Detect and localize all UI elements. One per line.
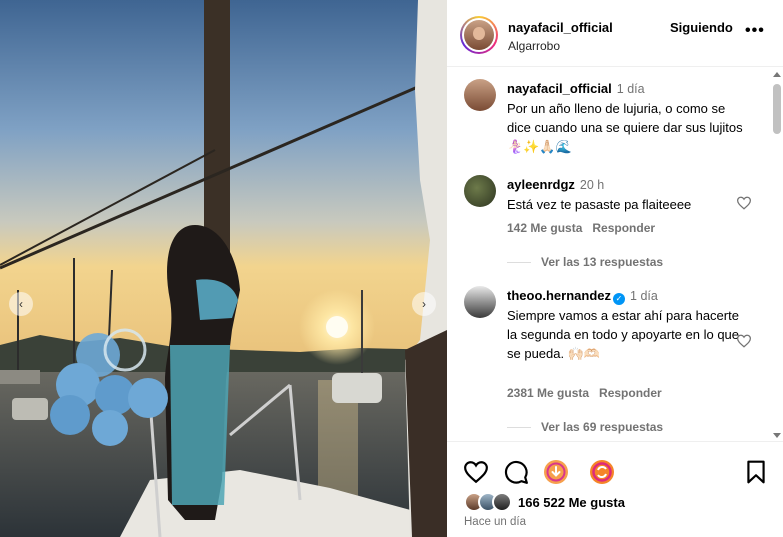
view-replies-button[interactable]: Ver las 13 respuestas	[507, 255, 663, 269]
post-media[interactable]: ‹ ›	[0, 0, 447, 537]
more-options-icon[interactable]: •••	[745, 22, 765, 40]
previous-image-button[interactable]: ‹	[9, 292, 33, 316]
comment-icon[interactable]	[503, 459, 529, 485]
comment-time: 20 h	[579, 178, 605, 192]
post-actions: 166 522 Me gusta Hace un día	[447, 441, 783, 537]
comment-time: 1 día	[630, 289, 658, 303]
sunset-boat-photo	[0, 0, 447, 537]
share-icon[interactable]	[543, 459, 569, 485]
comment-likes[interactable]: 142 Me gusta	[507, 221, 582, 235]
following-button[interactable]: Siguiendo	[670, 20, 733, 35]
verified-badge-icon: ✓	[613, 293, 626, 305]
post-sidebar: nayafacil_official Algarrobo Siguiendo •…	[447, 0, 783, 537]
like-comment-heart-icon[interactable]	[736, 196, 752, 210]
scroll-up-arrow-icon[interactable]	[773, 72, 781, 77]
reply-button[interactable]: Responder	[599, 386, 662, 400]
caption-avatar[interactable]	[464, 79, 496, 111]
post-time: Hace un día	[464, 516, 527, 528]
chevron-left-icon: ‹	[19, 297, 23, 311]
scrollbar-thumb[interactable]	[773, 84, 781, 134]
caption-username[interactable]: nayafacil_official	[507, 81, 612, 96]
author-avatar[interactable]	[460, 16, 498, 54]
author-photo	[464, 20, 494, 50]
liker-avatar	[492, 492, 512, 512]
comment-username[interactable]: ayleenrdgz	[507, 177, 575, 192]
comment-likes[interactable]: 2381 Me gusta	[507, 386, 589, 400]
likes-count[interactable]: 166 522 Me gusta	[518, 495, 625, 510]
comment-body: theoo.hernandez ✓ 1 día Siempre vamos a es…	[507, 286, 752, 363]
comment-body: ayleenrdgz 20 h Está vez te pasaste pa fl…	[507, 175, 752, 214]
save-icon[interactable]	[743, 459, 769, 485]
view-replies-button[interactable]: Ver las 69 respuestas	[507, 420, 663, 434]
caption-time: 1 día	[616, 82, 645, 96]
reply-button[interactable]: Responder	[592, 221, 655, 235]
scroll-down-arrow-icon[interactable]	[773, 433, 781, 438]
comment-meta: 142 Me gusta Responder	[507, 221, 665, 235]
comment-text: Está vez te pasaste pa flaiteeee	[507, 197, 692, 212]
caption-body: nayafacil_official 1 día Por un año lleno…	[507, 79, 752, 156]
repost-icon[interactable]	[589, 459, 615, 485]
post-location[interactable]: Algarrobo	[508, 39, 560, 53]
like-comment-heart-icon[interactable]	[736, 334, 752, 348]
comments-scrollbar[interactable]	[771, 68, 783, 441]
next-image-button[interactable]: ›	[412, 292, 436, 316]
comment-text: Siempre vamos a estar ahí para hacerte l…	[507, 308, 740, 361]
comment-username[interactable]: theoo.hernandez	[507, 288, 611, 303]
heart-icon[interactable]	[463, 459, 489, 485]
comments-list[interactable]: nayafacil_official 1 día Por un año lleno…	[447, 68, 783, 441]
comment-meta: 2381 Me gusta Responder	[507, 386, 672, 400]
commenter-avatar[interactable]	[464, 286, 496, 318]
caption-text: Por un año lleno de lujuria, o como se d…	[507, 101, 743, 154]
post-header: nayafacil_official Algarrobo Siguiendo •…	[447, 0, 783, 67]
commenter-avatar[interactable]	[464, 175, 496, 207]
chevron-right-icon: ›	[422, 297, 426, 311]
author-username[interactable]: nayafacil_official	[508, 20, 613, 35]
